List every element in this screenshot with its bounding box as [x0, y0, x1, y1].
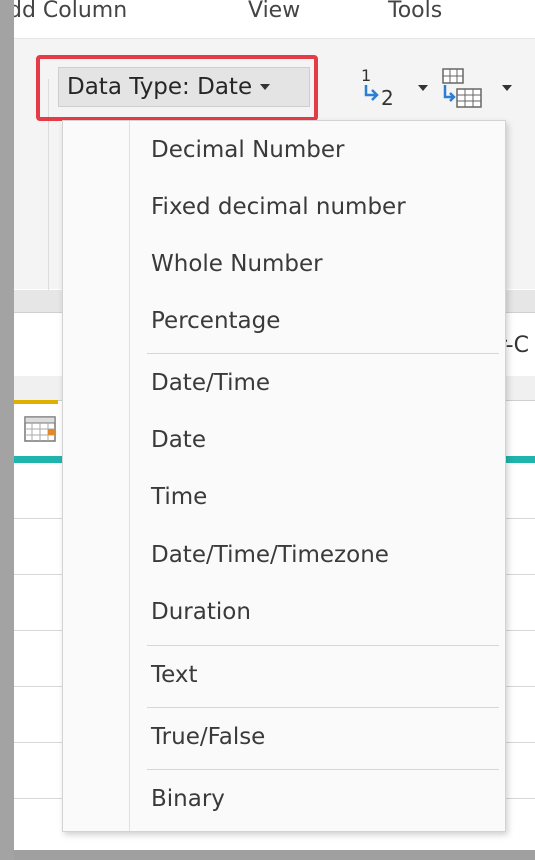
left-border [0, 0, 14, 860]
replace-values-icon[interactable]: 1 2 [357, 65, 403, 111]
menu-add-column[interactable]: dd Column [14, 0, 127, 23]
data-type-dropdown-menu: Decimal Number Fixed decimal number Whol… [62, 120, 506, 832]
calendar-icon[interactable] [24, 414, 56, 442]
menu-item-percentage[interactable]: Percentage [151, 308, 280, 334]
column-header-top-accent [14, 400, 58, 404]
menu-item-fixed-decimal-number[interactable]: Fixed decimal number [151, 194, 406, 220]
highlight-box [36, 55, 318, 121]
menu-separator [147, 645, 499, 646]
menu-item-whole-number[interactable]: Whole Number [151, 251, 323, 277]
bottom-border [14, 850, 535, 860]
menu-bar: dd Column View Tools [14, 0, 535, 39]
app-window: dd Column View Tools Data Type: Date 1 2 [14, 0, 535, 850]
menu-item-text[interactable]: Text [151, 662, 198, 688]
menu-item-date[interactable]: Date [151, 427, 206, 453]
menu-item-date-time[interactable]: Date/Time [151, 370, 270, 396]
menu-item-decimal-number[interactable]: Decimal Number [151, 137, 345, 163]
menu-separator [147, 707, 499, 708]
menu-item-duration[interactable]: Duration [151, 599, 251, 625]
menu-tools[interactable]: Tools [388, 0, 442, 23]
menu-separator [147, 769, 499, 770]
chevron-down-icon[interactable] [502, 85, 512, 91]
menu-item-true-false[interactable]: True/False [151, 724, 265, 750]
menu-view[interactable]: View [248, 0, 300, 23]
menu-gutter [129, 121, 130, 831]
menu-item-time[interactable]: Time [151, 484, 207, 510]
use-first-row-headers-icon[interactable] [439, 67, 485, 111]
menu-item-binary[interactable]: Binary [151, 786, 225, 812]
menu-item-date-time-timezone[interactable]: Date/Time/Timezone [151, 542, 389, 568]
svg-text:1: 1 [361, 66, 371, 85]
svg-text:2: 2 [381, 86, 394, 110]
chevron-down-icon[interactable] [418, 85, 428, 91]
menu-separator [147, 353, 499, 354]
